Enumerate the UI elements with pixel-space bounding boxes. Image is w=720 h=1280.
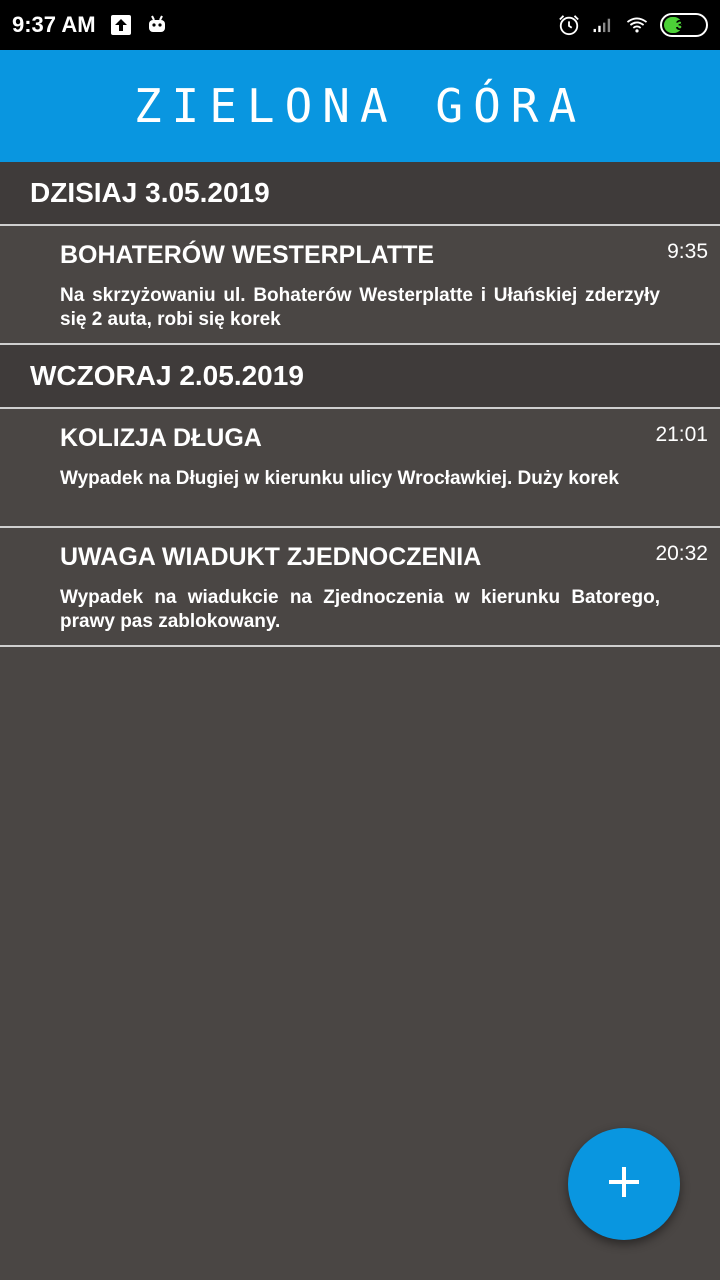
- item-time: 21:01: [655, 423, 708, 446]
- item-description: Wypadek na Długiej w kierunku ulicy Wroc…: [60, 468, 619, 489]
- alarm-icon: [558, 14, 580, 36]
- item-title: KOLIZJA DŁUGA: [60, 424, 262, 452]
- app-title: ZIELONA GÓRA: [133, 79, 587, 133]
- upload-icon: [110, 14, 132, 36]
- item-time: 20:32: [655, 542, 708, 565]
- section-header-yesterday: WCZORAJ 2.05.2019: [0, 345, 720, 409]
- status-right: 38: [558, 13, 708, 37]
- list-item[interactable]: KOLIZJA DŁUGA 21:01 Wypadek na Długiej w…: [0, 409, 720, 528]
- add-incident-button[interactable]: [568, 1128, 680, 1240]
- battery-level: 38: [675, 16, 693, 34]
- item-description: Wypadek na wiadukcie na Zjednoczenia w k…: [60, 587, 660, 632]
- battery-icon: 38: [660, 13, 708, 37]
- item-description: Na skrzyżowaniu ul. Bohaterów Westerplat…: [60, 285, 660, 330]
- section-header-today: DZISIAJ 3.05.2019: [0, 162, 720, 226]
- list-item[interactable]: UWAGA WIADUKT ZJEDNOCZENIA 20:32 Wypadek…: [0, 528, 720, 647]
- signal-icon: [592, 14, 614, 36]
- status-left: 9:37 AM: [12, 12, 168, 38]
- section-header-label: WCZORAJ 2.05.2019: [30, 360, 304, 391]
- list-item[interactable]: BOHATERÓW WESTERPLATTE 9:35 Na skrzyżowa…: [0, 226, 720, 345]
- section-header-label: DZISIAJ 3.05.2019: [30, 177, 270, 208]
- android-icon: [146, 14, 168, 36]
- status-bar: 9:37 AM 38: [0, 0, 720, 50]
- plus-icon: [607, 1165, 641, 1204]
- status-time: 9:37 AM: [12, 12, 96, 37]
- app-bar: ZIELONA GÓRA: [0, 50, 720, 162]
- incident-list: DZISIAJ 3.05.2019 BOHATERÓW WESTERPLATTE…: [0, 162, 720, 647]
- item-title: BOHATERÓW WESTERPLATTE: [60, 241, 435, 269]
- item-title: UWAGA WIADUKT ZJEDNOCZENIA: [60, 543, 482, 571]
- item-time: 9:35: [667, 240, 708, 263]
- wifi-icon: [626, 14, 648, 36]
